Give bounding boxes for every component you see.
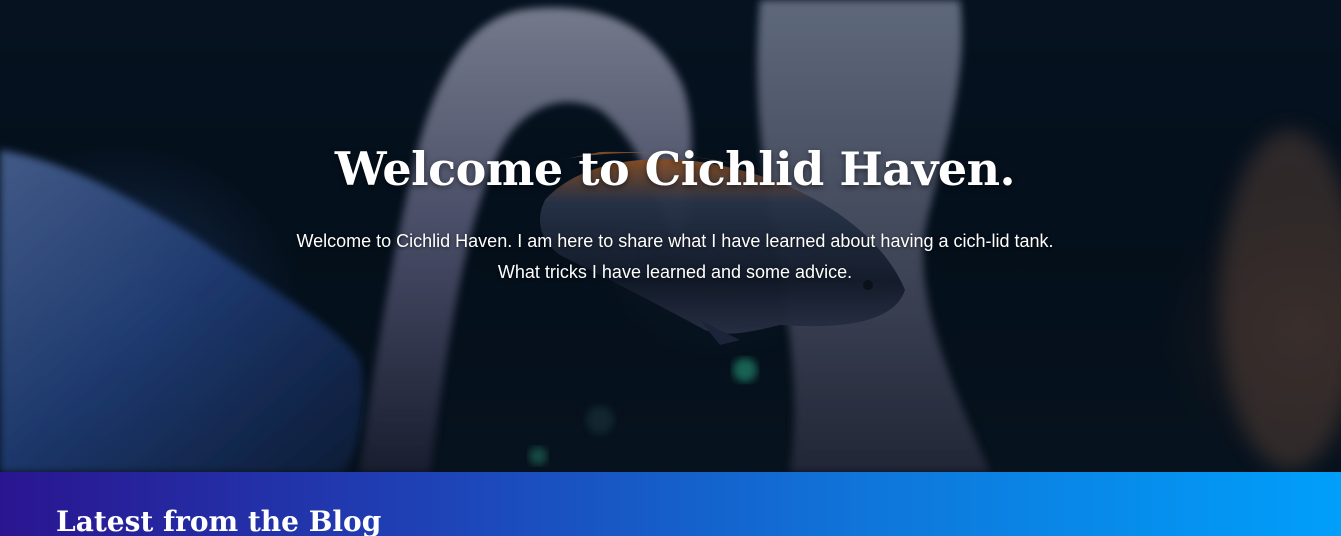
- hero-title: Welcome to Cichlid Haven.: [334, 142, 1016, 196]
- blog-heading: Latest from the Blog: [56, 505, 382, 536]
- hero-intro-text: Welcome to Cichlid Haven. I am here to s…: [296, 231, 1054, 282]
- hero-content: Welcome to Cichlid Haven. Welcome to Cic…: [270, 140, 1080, 288]
- blog-section: Latest from the Blog: [0, 472, 1341, 536]
- hero-section: Welcome to Cichlid Haven. Welcome to Cic…: [0, 0, 1341, 472]
